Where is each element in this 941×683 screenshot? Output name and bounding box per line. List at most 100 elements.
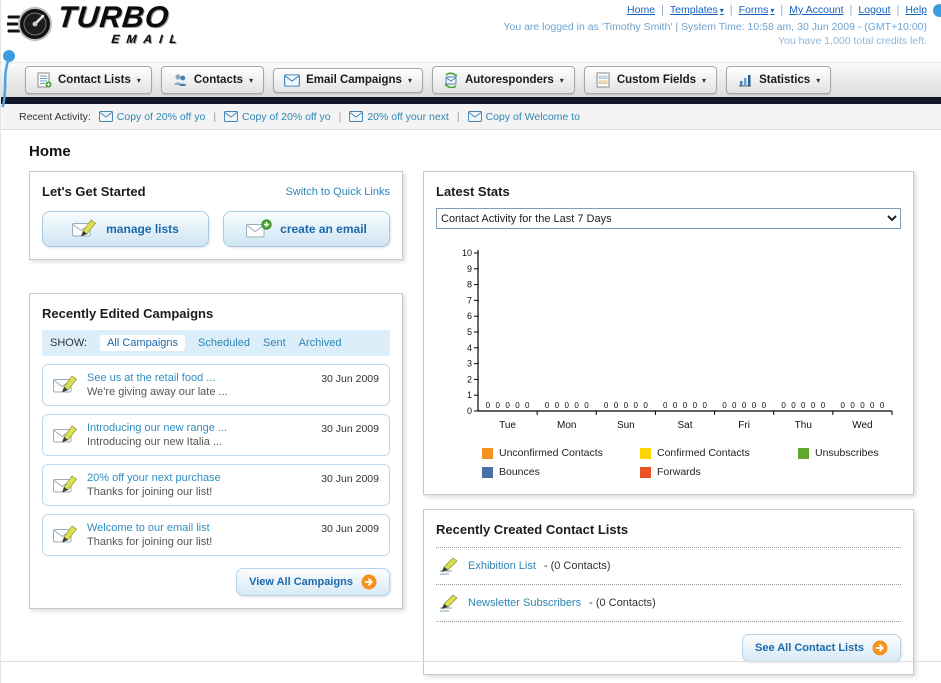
- svg-text:0: 0: [693, 401, 698, 410]
- recent-activity-item: Copy of 20% off yo: [99, 111, 206, 123]
- arrow-circle-icon: [361, 574, 377, 590]
- top-link-forms[interactable]: Forms ▾: [739, 4, 775, 16]
- svg-text:3: 3: [467, 359, 472, 369]
- svg-text:0: 0: [821, 401, 826, 410]
- campaign-title-link[interactable]: See us at the retail food ...: [87, 371, 313, 385]
- legend-swatch: [798, 447, 809, 459]
- campaign-title-link[interactable]: 20% off your next purchase: [87, 471, 313, 485]
- main-navigation: Contact Lists ▾ Contacts ▾ Email Campaigns…: [1, 62, 941, 97]
- arrow-circle-icon: [872, 640, 888, 656]
- pencil-icon: [438, 557, 460, 575]
- svg-text:Sun: Sun: [617, 420, 635, 431]
- top-link-home[interactable]: Home: [627, 4, 655, 16]
- create-email-button[interactable]: create an email: [223, 211, 390, 247]
- top-link-templates[interactable]: Templates ▾: [670, 4, 724, 16]
- contact-list-link[interactable]: Exhibition List: [468, 560, 536, 572]
- contact-lists-panel: Recently Created Contact Lists Exhibitio…: [423, 509, 914, 675]
- campaign-row: Introducing our new range ... Introducin…: [42, 414, 390, 456]
- svg-text:0: 0: [515, 401, 520, 410]
- filter-all-campaigns[interactable]: All Campaigns: [100, 335, 185, 351]
- header-right: Home | Templates ▾ | Forms ▾ | My Account | Lo…: [503, 4, 927, 47]
- statistics-icon: [739, 75, 752, 87]
- legend-swatch: [482, 466, 493, 478]
- top-link-my-account[interactable]: My Account: [789, 4, 843, 16]
- campaign-subtitle: We're giving away our late ...: [87, 386, 228, 398]
- svg-text:0: 0: [614, 401, 619, 410]
- envelope-pencil-icon: [53, 475, 79, 495]
- campaign-title-link[interactable]: Introducing our new range ...: [87, 421, 313, 435]
- svg-text:0: 0: [762, 401, 767, 410]
- recent-activity-link[interactable]: 20% off your next: [367, 111, 449, 123]
- see-all-contact-lists-button[interactable]: See All Contact Lists: [741, 634, 901, 662]
- svg-text:0: 0: [860, 401, 865, 410]
- campaign-date: 30 Jun 2009: [321, 373, 379, 385]
- credits-text: You have 1,000 total credits left.: [777, 35, 927, 47]
- top-link-help[interactable]: Help: [905, 4, 927, 16]
- svg-text:0: 0: [545, 401, 550, 410]
- nav-tab-autoresponders[interactable]: Autoresponders ▾: [431, 66, 575, 94]
- logo-swoosh-decoration: [1, 50, 15, 108]
- campaign-subtitle: Thanks for joining our list!: [87, 486, 213, 498]
- custom-fields-icon: [596, 72, 610, 88]
- svg-text:7: 7: [467, 295, 472, 305]
- svg-text:Mon: Mon: [557, 420, 576, 431]
- svg-text:0: 0: [643, 401, 648, 410]
- legend-item-unsubscribes: Unsubscribes: [798, 447, 941, 459]
- svg-text:0: 0: [564, 401, 569, 410]
- nav-tab-contacts[interactable]: Contacts ▾: [160, 66, 265, 94]
- svg-text:Fri: Fri: [738, 420, 750, 431]
- envelope-pencil-icon: [53, 525, 79, 545]
- manage-lists-button[interactable]: manage lists: [42, 211, 209, 247]
- logo-text: TURBO EMAIL: [55, 1, 188, 46]
- legend-item-confirmed: Confirmed Contacts: [640, 447, 798, 459]
- corner-dot-decoration: [933, 4, 941, 17]
- nav-tab-statistics[interactable]: Statistics ▾: [726, 66, 832, 94]
- recent-activity-link[interactable]: Copy of 20% off yo: [117, 111, 206, 123]
- get-started-panel: Let's Get Started Switch to Quick Links …: [29, 171, 403, 260]
- svg-text:0: 0: [791, 401, 796, 410]
- recent-activity-bar: Recent Activity: Copy of 20% off yo | Co…: [1, 104, 941, 130]
- envelope-pencil-icon: [53, 425, 79, 445]
- turbo-email-logo[interactable]: TURBO EMAIL: [7, 1, 188, 47]
- svg-text:6: 6: [467, 311, 472, 321]
- switch-quick-links-link[interactable]: Switch to Quick Links: [285, 186, 390, 198]
- recent-activity-link[interactable]: Copy of Welcome to: [486, 111, 580, 123]
- svg-text:0: 0: [525, 401, 530, 410]
- chevron-down-icon: ▾: [136, 75, 141, 85]
- nav-tab-contact-lists[interactable]: Contact Lists ▾: [25, 66, 152, 94]
- contact-list-count: - (0 Contacts): [543, 560, 611, 572]
- latest-stats-panel: Latest Stats Contact Activity for the La…: [423, 171, 914, 495]
- svg-text:Sat: Sat: [677, 420, 692, 431]
- chevron-down-icon: ▾: [407, 75, 412, 85]
- svg-text:0: 0: [801, 401, 806, 410]
- svg-text:0: 0: [781, 401, 786, 410]
- chevron-down-icon: ▾: [249, 75, 254, 85]
- campaign-filter-bar: SHOW: All Campaigns Scheduled Sent Archi…: [42, 330, 390, 356]
- header: TURBO EMAIL Home | Templates ▾ | Forms ▾ | My…: [1, 0, 941, 108]
- contact-list-link[interactable]: Newsletter Subscribers: [468, 597, 581, 609]
- filter-archived[interactable]: Archived: [299, 337, 342, 349]
- recent-activity-link[interactable]: Copy of 20% off yo: [242, 111, 331, 123]
- svg-text:0: 0: [752, 401, 757, 410]
- stats-period-select[interactable]: Contact Activity for the Last 7 Days: [436, 208, 901, 229]
- envelope-pencil-icon: [53, 375, 79, 395]
- chevron-down-icon: ▾: [719, 5, 724, 15]
- login-status-text: You are logged in as 'Timothy Smith' | S…: [503, 21, 927, 33]
- recent-activity-label: Recent Activity:: [19, 110, 91, 123]
- footer-divider: [1, 661, 941, 662]
- filter-sent[interactable]: Sent: [263, 337, 286, 349]
- view-all-campaigns-button[interactable]: View All Campaigns: [236, 568, 390, 596]
- campaign-subtitle: Introducing our new Italia ...: [87, 436, 223, 448]
- envelope-plus-icon: [246, 219, 272, 239]
- filter-scheduled[interactable]: Scheduled: [198, 337, 250, 349]
- top-link-logout[interactable]: Logout: [858, 4, 890, 16]
- svg-text:0: 0: [624, 401, 629, 410]
- email-campaigns-icon: [284, 74, 300, 87]
- campaign-title-link[interactable]: Welcome to our email list: [87, 521, 313, 535]
- contact-lists-title: Recently Created Contact Lists: [436, 522, 629, 537]
- nav-tab-email-campaigns[interactable]: Email Campaigns ▾: [273, 67, 423, 93]
- recent-activity-item: 20% off your next: [349, 111, 449, 123]
- contact-list-row: Newsletter Subscribers - (0 Contacts): [436, 584, 901, 622]
- contact-lists-icon: [37, 72, 52, 88]
- nav-tab-custom-fields[interactable]: Custom Fields ▾: [583, 66, 718, 94]
